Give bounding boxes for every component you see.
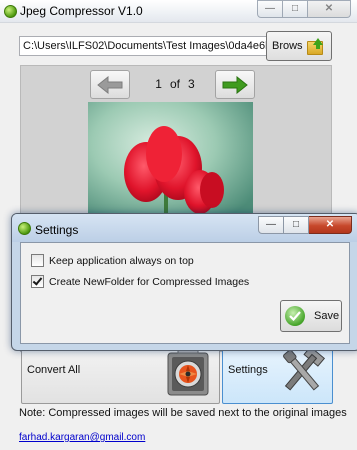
window-controls: — □ ✕ [257, 0, 351, 18]
browse-label: Brows [272, 40, 303, 52]
note-text: Note: Compressed images will be saved ne… [19, 407, 347, 419]
window-title: Jpeg Compressor V1.0 [20, 4, 143, 18]
image-preview [88, 102, 253, 222]
dialog-maximize-button[interactable]: □ [284, 216, 309, 234]
page-of-label: of [169, 77, 180, 91]
settings-dialog: Settings — □ ✕ Keep application always o… [11, 213, 357, 351]
dialog-minimize-button[interactable]: — [258, 216, 284, 234]
browse-button[interactable]: Brows [266, 31, 332, 61]
close-button[interactable]: ✕ [308, 0, 351, 18]
app-icon [4, 5, 17, 18]
total-pages: 3 [188, 77, 195, 91]
minimize-button[interactable]: — [257, 0, 283, 18]
new-folder-checkbox[interactable] [31, 275, 44, 288]
settings-label: Settings [228, 364, 268, 376]
convert-all-label: Convert All [27, 364, 81, 376]
dialog-close-button[interactable]: ✕ [309, 216, 352, 234]
next-image-button[interactable] [215, 70, 255, 99]
checkmark-icon [285, 306, 305, 326]
dialog-app-icon [18, 222, 31, 235]
dialog-window-controls: — □ ✕ [258, 216, 352, 234]
always-on-top-label: Keep application always on top [49, 254, 194, 267]
page-indicator: 1 of 3 [140, 77, 210, 91]
email-link[interactable]: farhad.kargaran@gmail.com [19, 432, 145, 443]
tools-icon [283, 346, 326, 391]
previous-image-button[interactable] [90, 70, 130, 99]
always-on-top-checkbox[interactable] [31, 254, 44, 267]
always-on-top-option[interactable]: Keep application always on top [31, 254, 194, 267]
save-button[interactable]: Save [280, 300, 342, 332]
arrow-right-icon [222, 75, 248, 94]
maximize-button[interactable]: □ [283, 0, 308, 18]
folder-icon [306, 37, 325, 55]
arrow-left-icon [97, 75, 123, 94]
title-bar[interactable]: Jpeg Compressor V1.0 — □ ✕ [0, 0, 357, 23]
new-folder-option[interactable]: Create NewFolder for Compressed Images [31, 275, 249, 288]
save-label: Save [314, 310, 340, 322]
current-page: 1 [155, 77, 162, 91]
path-input[interactable]: C:\Users\ILFS02\Documents\Test Images\0d… [19, 36, 267, 56]
dialog-body: Keep application always on top Create Ne… [20, 242, 350, 344]
new-folder-label: Create NewFolder for Compressed Images [49, 275, 250, 288]
compress-icon [167, 346, 209, 396]
dialog-title: Settings [35, 223, 79, 237]
